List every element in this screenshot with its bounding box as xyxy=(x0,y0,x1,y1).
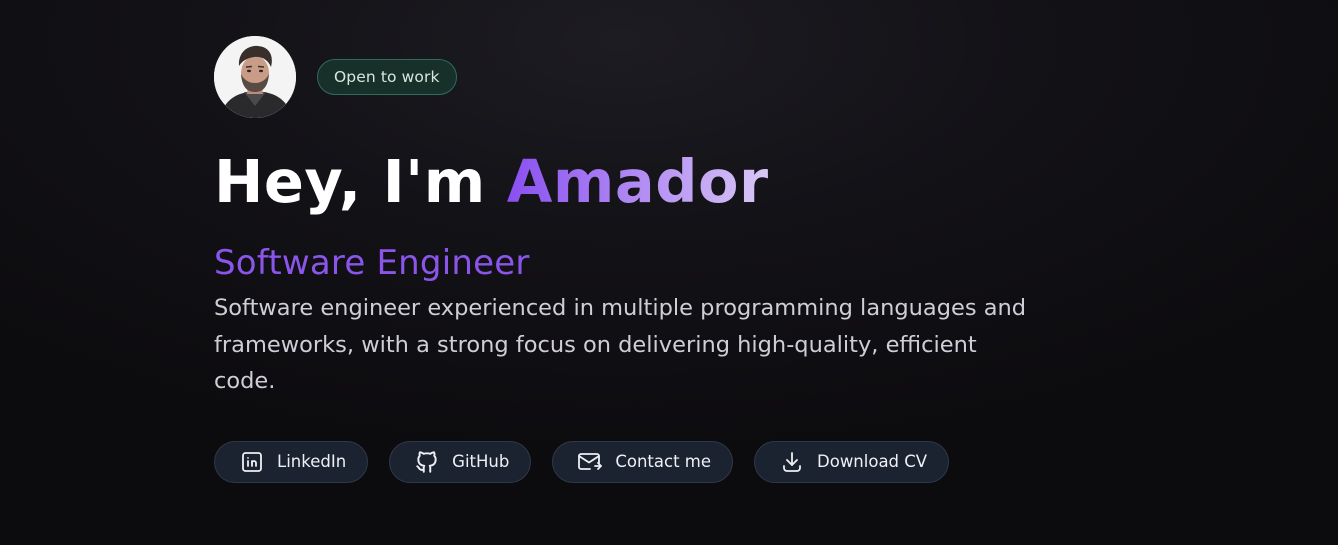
github-icon xyxy=(414,449,440,475)
contact-label: Contact me xyxy=(615,452,712,471)
download-icon xyxy=(779,449,805,475)
action-buttons: LinkedIn GitHub Contact me Download CV xyxy=(214,440,1074,483)
avatar xyxy=(214,36,296,118)
download-cv-button[interactable]: Download CV xyxy=(754,440,950,483)
download-cv-label: Download CV xyxy=(817,452,928,471)
github-label: GitHub xyxy=(452,452,510,471)
hero-section: Open to work Hey, I'm Amador Software En… xyxy=(214,36,1074,483)
status-badge: Open to work xyxy=(317,59,457,95)
avatar-photo xyxy=(214,36,296,118)
github-button[interactable]: GitHub xyxy=(389,440,532,483)
greeting-text: Hey, I'm xyxy=(214,147,486,216)
name-text: Amador xyxy=(506,147,769,216)
mail-icon xyxy=(577,449,603,475)
bio-text: Software engineer experienced in multipl… xyxy=(214,295,1027,394)
page-title: Hey, I'm Amador xyxy=(214,144,1074,220)
linkedin-button[interactable]: LinkedIn xyxy=(214,440,369,483)
contact-button[interactable]: Contact me xyxy=(552,440,734,483)
linkedin-icon xyxy=(239,449,265,475)
job-title: Software Engineer xyxy=(214,243,530,283)
linkedin-label: LinkedIn xyxy=(277,452,347,471)
profile-row: Open to work xyxy=(214,36,1074,118)
